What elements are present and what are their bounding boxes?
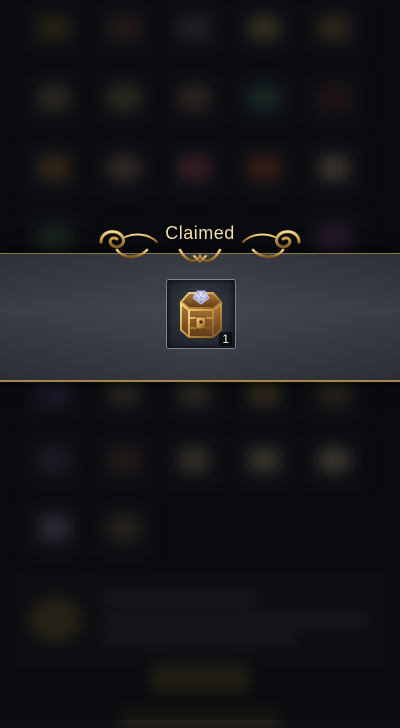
reward-item-slot[interactable]: 1 [166,279,236,349]
item-quantity: 1 [219,332,232,346]
claimed-title: Claimed [165,223,235,243]
